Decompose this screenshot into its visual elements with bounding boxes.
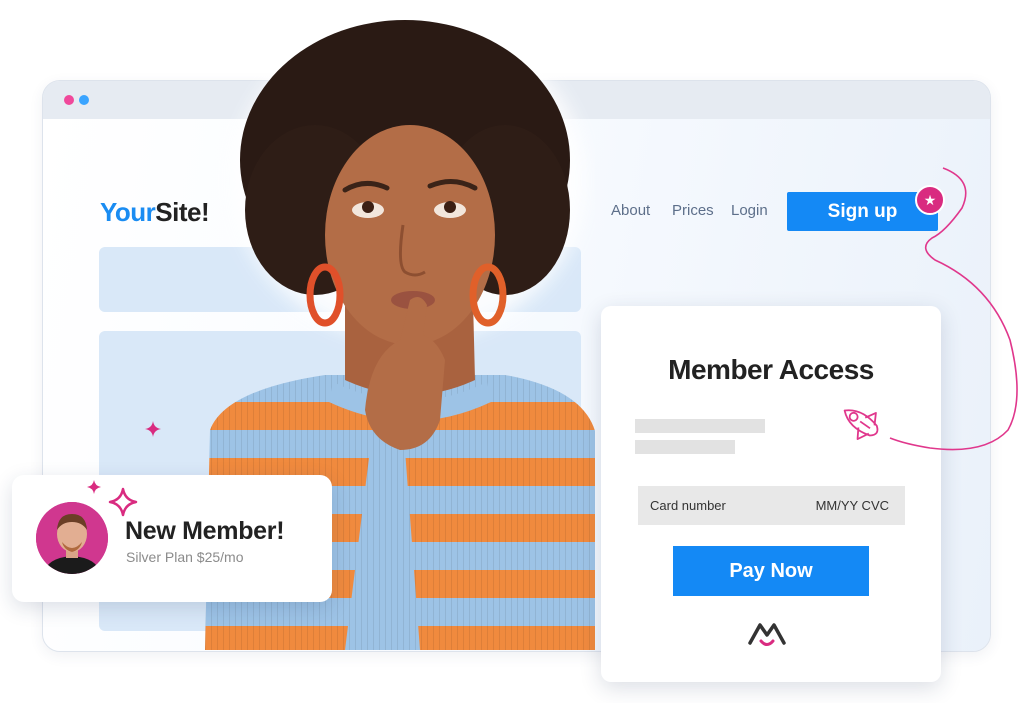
nav-prices-link[interactable]: Prices bbox=[672, 202, 714, 219]
memberpress-logo-icon bbox=[748, 623, 786, 646]
nav-about-link[interactable]: About bbox=[611, 202, 650, 219]
window-dot-pink bbox=[64, 95, 74, 105]
avatar bbox=[36, 502, 108, 574]
new-member-notification: New Member! Silver Plan $25/mo bbox=[12, 475, 332, 602]
nav-login-link[interactable]: Login bbox=[731, 202, 768, 219]
new-member-plan: Silver Plan $25/mo bbox=[126, 549, 244, 565]
skeleton-line-2 bbox=[635, 440, 735, 454]
new-member-title: New Member! bbox=[125, 517, 285, 545]
avatar-photo bbox=[36, 502, 108, 574]
star-icon: ★ bbox=[915, 185, 945, 215]
site-logo[interactable]: YourSite! bbox=[100, 197, 210, 228]
window-dot-blue bbox=[79, 95, 89, 105]
card-input-field[interactable]: Card number MM/YY CVC bbox=[638, 486, 905, 525]
pay-now-button[interactable]: Pay Now bbox=[673, 546, 869, 596]
member-access-card: Member Access Card number MM/YY CVC Pay … bbox=[601, 306, 941, 682]
logo-your: Your bbox=[100, 197, 156, 227]
logo-site: Site! bbox=[155, 197, 210, 227]
member-access-title: Member Access bbox=[668, 354, 874, 385]
expiry-cvc-placeholder: MM/YY CVC bbox=[815, 498, 889, 513]
card-number-placeholder: Card number bbox=[650, 498, 726, 513]
skeleton-line-1 bbox=[635, 419, 765, 433]
